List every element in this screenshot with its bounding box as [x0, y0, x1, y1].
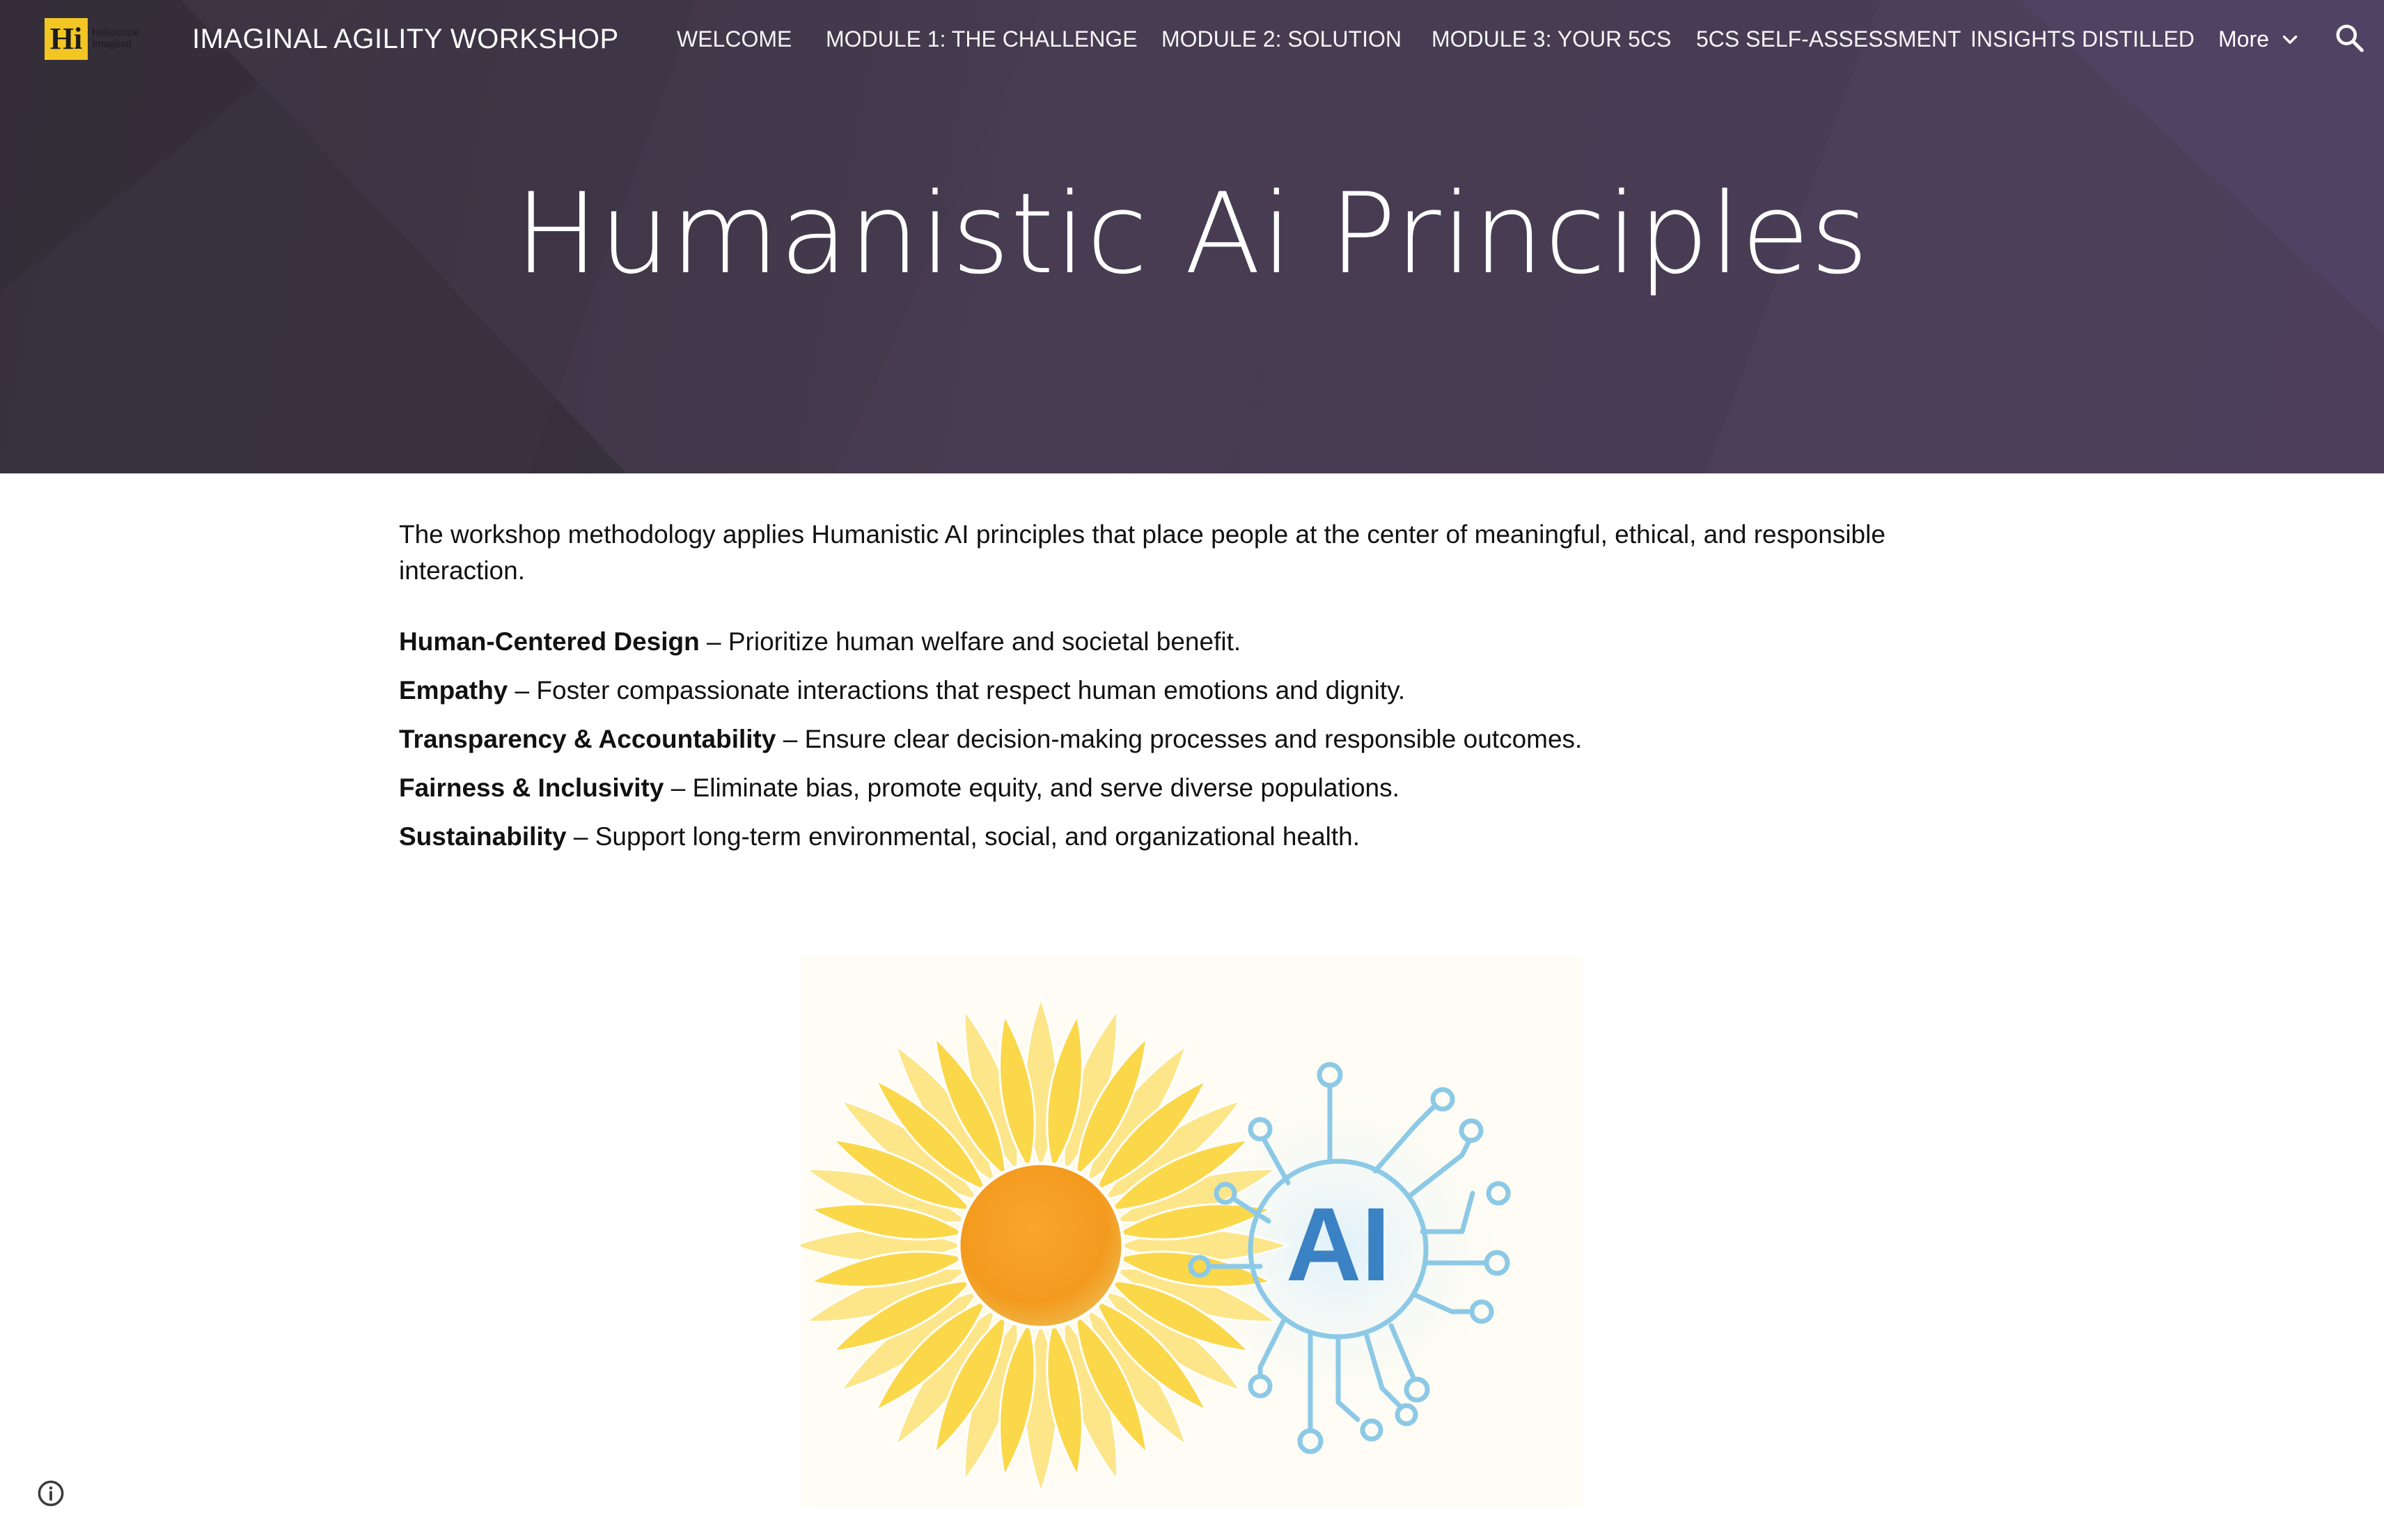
principle-term: Human-Centered Design — [399, 627, 700, 656]
principle-term: Fairness & Inclusivity — [399, 773, 664, 802]
nav-item-self-assessment[interactable]: 5CS SELF-ASSESSMENT — [1696, 21, 1961, 57]
nav-item-module-3[interactable]: MODULE 3: YOUR 5CS — [1432, 21, 1671, 57]
ai-label: AI — [1286, 1186, 1390, 1303]
intro-paragraph: The workshop methodology applies Humanis… — [399, 520, 1885, 585]
nav-item-insights[interactable]: INSIGHTS DISTILLED — [1970, 21, 2195, 57]
nav-more-label: More — [2218, 26, 2269, 52]
principle-item: Transparency & Accountability – Ensure c… — [399, 721, 1973, 757]
principle-description: – Eliminate bias, promote equity, and se… — [664, 773, 1399, 802]
principle-description: – Prioritize human welfare and societal … — [699, 627, 1241, 656]
principle-item: Empathy – Foster compassionate interacti… — [399, 673, 1973, 709]
sunflower-ai-illustration: AI — [776, 957, 1582, 1510]
nav-item-welcome[interactable]: WELCOME — [677, 21, 792, 57]
principle-term: Empathy — [399, 676, 508, 705]
principle-description: – Support long-term environmental, socia… — [566, 822, 1360, 851]
info-icon[interactable] — [36, 1479, 65, 1508]
principle-description: – Foster compassionate interactions that… — [508, 676, 1406, 705]
sunflower-center — [957, 1161, 1125, 1330]
illustration-graphic: AI — [776, 981, 1519, 1510]
search-icon[interactable] — [2334, 22, 2366, 54]
logo-subtitle: Heliotrope Imaginal — [92, 26, 140, 50]
nav-item-module-1[interactable]: MODULE 1: THE CHALLENGE — [826, 21, 1138, 57]
principle-description: – Ensure clear decision-making processes… — [776, 725, 1583, 753]
page-title: Humanistic Ai Principles — [515, 168, 1869, 299]
principle-item: Human-Centered Design – Prioritize human… — [399, 624, 1973, 660]
principle-term: Transparency & Accountability — [399, 725, 776, 753]
principle-item: Sustainability – Support long-term envir… — [399, 819, 1973, 855]
top-navigation-bar: Hi Heliotrope Imaginal IMAGINAL AGILITY … — [0, 0, 2384, 78]
site-logo[interactable]: Hi — [45, 18, 88, 60]
principle-item: Fairness & Inclusivity – Eliminate bias,… — [399, 770, 1973, 806]
principle-term: Sustainability — [399, 822, 567, 851]
chevron-down-icon[interactable] — [2278, 28, 2302, 52]
site-title[interactable]: IMAGINAL AGILITY WORKSHOP — [192, 21, 619, 57]
page-header-banner: Hi Heliotrope Imaginal IMAGINAL AGILITY … — [0, 0, 2384, 473]
nav-item-module-2[interactable]: MODULE 2: SOLUTION — [1161, 21, 1402, 57]
nav-more-button[interactable]: More — [2218, 21, 2269, 57]
